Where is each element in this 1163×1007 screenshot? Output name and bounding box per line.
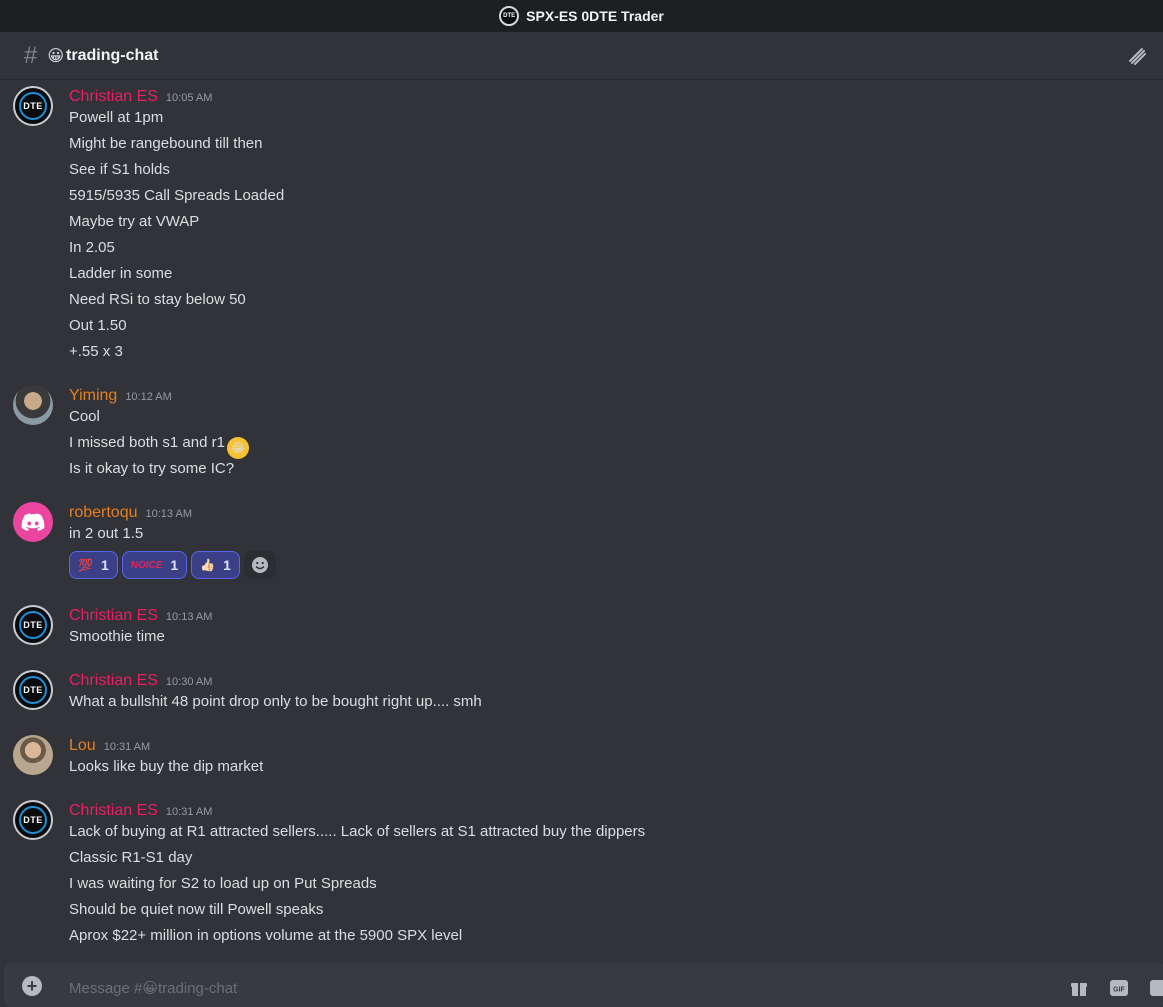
sticker-icon[interactable] [1150, 979, 1163, 997]
reaction-thumbs-up[interactable]: 👍🏻 1 [191, 551, 240, 579]
author-name[interactable]: Christian ES [69, 607, 158, 625]
author-name[interactable]: Christian ES [69, 672, 158, 690]
message-header: robertoqu 10:13 AM [69, 504, 192, 522]
message-line: +.55 x 3 [69, 343, 123, 360]
message-line: Cool [69, 408, 100, 425]
avatar-text: DTE [19, 806, 47, 834]
message-header: Christian ES 10:30 AM [69, 672, 212, 690]
message-composer[interactable]: + Message #😀trading-chat GIF [4, 963, 1163, 1007]
avatar[interactable] [13, 735, 53, 775]
timestamp[interactable]: 10:13 AM [166, 611, 212, 623]
thumbs-up-emoji-icon: 👍🏻 [200, 558, 216, 572]
grinning-emoji-icon: 😀 [142, 980, 159, 997]
avatar-text: DTE [19, 611, 47, 639]
message-line: Classic R1-S1 day [69, 849, 193, 866]
message-line: Is it okay to try some IC? [69, 460, 235, 477]
reaction-count: 1 [100, 557, 109, 573]
avatar[interactable]: DTE [13, 670, 53, 710]
smiley-add-icon [251, 557, 268, 573]
window-title: SPX-ES 0DTE Trader [526, 8, 664, 24]
message-header: Christian ES 10:31 AM [69, 802, 212, 820]
avatar[interactable]: DTE [13, 605, 53, 645]
avatar-text: DTE [19, 676, 47, 704]
timestamp[interactable]: 10:31 AM [166, 806, 212, 818]
message-line: Looks like buy the dip market [69, 758, 264, 775]
avatar[interactable]: DTE [13, 86, 53, 126]
author-name[interactable]: Lou [69, 737, 96, 755]
add-attachment-icon[interactable]: + [22, 976, 42, 996]
avatar[interactable]: DTE [13, 800, 53, 840]
message-line: Might be rangebound till then [69, 135, 263, 152]
message-line: in 2 out 1.5 [69, 525, 144, 542]
message-line: Powell at 1pm [69, 109, 164, 126]
server-logo-text: DTE [503, 13, 516, 19]
svg-text:GIF: GIF [1113, 987, 1125, 994]
message-header: Christian ES 10:05 AM [69, 88, 212, 106]
message-text: I missed both s1 and r1 [69, 434, 225, 451]
message-line: Lack of buying at R1 attracted sellers..… [69, 823, 646, 840]
message-line: 5915/5935 Call Spreads Loaded [69, 187, 285, 204]
avatar[interactable] [13, 385, 53, 425]
author-name[interactable]: Christian ES [69, 802, 158, 820]
gift-icon[interactable] [1070, 979, 1088, 997]
timestamp[interactable]: 10:13 AM [146, 508, 192, 520]
window-titlebar: DTE SPX-ES 0DTE Trader [0, 0, 1163, 32]
reactions-bar: 💯 1 NOICE 1 👍🏻 1 [69, 551, 276, 579]
avatar-text: DTE [19, 92, 47, 120]
message-line: Ladder in some [69, 265, 173, 282]
message-list: DTE Christian ES 10:05 AM Powell at 1pm … [0, 80, 1163, 960]
discord-logo-icon [21, 513, 45, 531]
reaction-100[interactable]: 💯 1 [69, 551, 118, 579]
add-reaction-button[interactable] [243, 551, 276, 579]
message-input-placeholder[interactable]: Message #😀trading-chat [69, 979, 237, 997]
message-line: See if S1 holds [69, 161, 170, 178]
reaction-noice[interactable]: NOICE 1 [121, 551, 188, 579]
grinning-emoji-icon: 😀 [47, 47, 65, 65]
message-header: Christian ES 10:13 AM [69, 607, 212, 625]
message-header: Lou 10:31 AM [69, 737, 150, 755]
message-line: Maybe try at VWAP [69, 213, 200, 230]
hashtag-icon: # [24, 41, 38, 69]
message-line: What a bullshit 48 point drop only to be… [69, 693, 482, 710]
message-line: I was waiting for S2 to load up on Put S… [69, 875, 377, 892]
timestamp[interactable]: 10:30 AM [166, 676, 212, 688]
timestamp[interactable]: 10:05 AM [166, 92, 212, 104]
message-line: Aprox $22+ million in options volume at … [69, 927, 463, 944]
placeholder-channel: trading-chat [158, 980, 238, 997]
author-name[interactable]: Yiming [69, 387, 117, 405]
threads-icon[interactable] [1127, 46, 1147, 66]
placeholder-prefix: Message # [69, 980, 143, 997]
author-name[interactable]: robertoqu [69, 504, 138, 522]
message-header: Yiming 10:12 AM [69, 387, 172, 405]
message-line: In 2.05 [69, 239, 115, 256]
author-name[interactable]: Christian ES [69, 88, 158, 106]
message-line: Need RSi to stay below 50 [69, 291, 246, 308]
joy-emoji-icon: 😂 [226, 437, 249, 459]
message-line: Smoothie time [69, 628, 165, 645]
avatar[interactable] [13, 502, 53, 542]
channel-name: trading-chat [66, 46, 159, 64]
message-line: Should be quiet now till Powell speaks [69, 901, 324, 918]
timestamp[interactable]: 10:12 AM [125, 391, 171, 403]
noice-emoji-icon: NOICE [130, 559, 163, 571]
timestamp[interactable]: 10:31 AM [104, 741, 150, 753]
hundred-points-emoji-icon: 💯 [78, 558, 93, 572]
gif-icon[interactable]: GIF [1110, 979, 1128, 997]
server-logo-icon: DTE [499, 6, 520, 26]
reaction-count: 1 [223, 557, 231, 573]
message-line: Out 1.50 [69, 317, 127, 334]
message-line: I missed both s1 and r1 😂 [69, 434, 249, 459]
channel-header: # 😀 trading-chat [0, 32, 1163, 80]
reaction-count: 1 [170, 557, 179, 573]
